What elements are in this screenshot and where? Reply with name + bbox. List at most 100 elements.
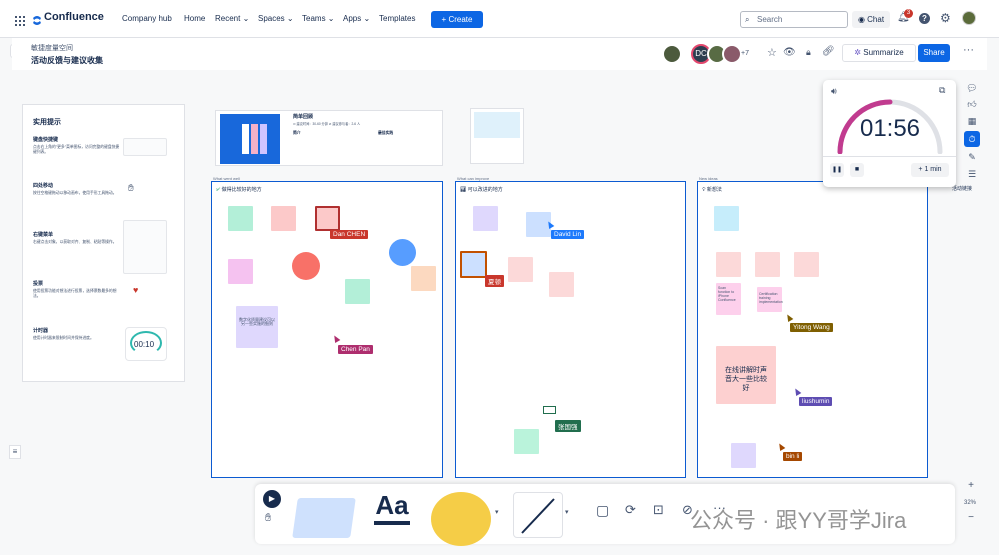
collaborator-avatar[interactable] <box>662 44 682 64</box>
user-avatar[interactable] <box>962 11 976 25</box>
confluence-logo-icon[interactable] <box>32 13 42 25</box>
more-actions-icon[interactable]: ··· <box>963 44 974 56</box>
template-col2-title: 最佳实践 <box>378 131 394 135</box>
nav-spaces[interactable]: Spaces ⌄ <box>258 14 294 23</box>
nav-apps[interactable]: Apps ⌄ <box>343 14 370 23</box>
templates-icon[interactable]: ▦ <box>964 113 980 129</box>
summarize-button[interactable]: ✲ Summarize <box>842 44 916 62</box>
cursor-label-zhang-guoqiang: 张国强 <box>555 420 581 432</box>
nav-company-hub[interactable]: Company hub <box>122 14 172 23</box>
template-title: 简单回顾 <box>293 114 314 120</box>
sticky-note[interactable] <box>473 206 498 231</box>
stop-button[interactable]: ■ <box>850 163 864 177</box>
restrictions-lock-icon[interactable]: 🔒︎ <box>806 47 811 58</box>
sticky-note[interactable] <box>411 266 436 291</box>
help-icon[interactable]: ? <box>919 13 930 24</box>
create-button[interactable]: + Create <box>431 11 483 28</box>
sticky-circle[interactable] <box>292 252 320 280</box>
frame-tool-icon[interactable]: ▢ <box>596 502 609 519</box>
select-pointer-icon[interactable]: ▶ <box>263 490 281 508</box>
sticky-note[interactable] <box>716 252 741 277</box>
watch-eye-icon[interactable]: 👁︎ <box>783 47 796 58</box>
chevron-down-icon[interactable]: ▾ <box>495 508 499 516</box>
search-icon: ⌕ <box>745 15 750 24</box>
page-header: 敏捷度量空间 活动反馈与建议收集 DC +7 ☆ 👁︎ 🔒︎ 🔗︎ ✲ Summ… <box>12 38 987 70</box>
pause-button[interactable]: ❚❚ <box>830 163 844 177</box>
chat-icon: ◉ <box>857 15 865 24</box>
frame-title: 📊︎ 可以改进的地方 <box>460 186 503 193</box>
nav-home[interactable]: Home <box>184 14 205 23</box>
sticky-note[interactable] <box>228 259 253 284</box>
sticky-note[interactable] <box>549 272 574 297</box>
lightbulb-icon: 💡︎ <box>702 187 706 193</box>
timer-divider <box>823 156 956 157</box>
frame-title-text: 做得比较好的地方 <box>221 187 262 193</box>
sticky-note[interactable] <box>755 252 780 277</box>
sticky-note-purple[interactable]: 数字化质量建议可以另一些实施的细则 <box>236 306 278 348</box>
chat-button[interactable]: ◉ Chat <box>852 11 890 28</box>
template-image-card[interactable] <box>470 108 524 164</box>
tip-desc: 使用计时器来限制时间并保持进度。 <box>33 336 94 340</box>
sticky-circle[interactable] <box>389 239 416 266</box>
voting-icon[interactable]: ✎ <box>964 149 980 165</box>
share-button[interactable]: Share <box>918 44 950 62</box>
sticky-note[interactable] <box>228 206 253 231</box>
nav-templates[interactable]: Templates <box>379 14 415 23</box>
zoom-in-button[interactable]: + <box>964 480 978 492</box>
outline-toggle-icon[interactable]: ≡ <box>9 445 21 459</box>
sticky-note[interactable] <box>460 251 487 278</box>
sticky-note[interactable]: Certification training implementation <box>757 287 783 312</box>
reactions-thumbs-up-icon[interactable]: 👍︎ <box>964 96 980 112</box>
diagram-tool-icon[interactable]: ⟳ <box>625 502 636 518</box>
cursor-label-dan-chen: Dan CHEN <box>330 230 369 239</box>
tip-desc: 点击右上角的"更多"菜单图标，访问完整的键盘快捷键列表。 <box>33 145 120 154</box>
line-icon <box>521 498 555 534</box>
sticky-note-large[interactable]: 在线讲解时声音大一些比较好 <box>716 346 776 404</box>
sticky-note[interactable] <box>714 206 739 231</box>
sticky-note-tool[interactable] <box>292 498 356 538</box>
frame-title-text: 新想法 <box>706 187 722 193</box>
search-input[interactable]: ⌕ Search <box>740 11 848 28</box>
template-meta: ⊙ 建议时间：30-60 分钟 ⊘ 建议参与者：2-6 人 <box>293 122 361 126</box>
settings-gear-icon[interactable]: ⚙ <box>940 11 951 25</box>
thumb-bar <box>251 124 258 154</box>
connector-line-tool[interactable] <box>513 492 563 538</box>
product-name[interactable]: Confluence <box>44 11 104 23</box>
hand-tool-icon[interactable]: ✋︎ <box>265 512 271 525</box>
comments-icon[interactable]: 💬︎ <box>964 80 980 96</box>
chevron-down-icon: ⌄ <box>327 14 335 23</box>
app-switcher-icon[interactable] <box>15 13 25 26</box>
sticky-note[interactable] <box>794 252 819 277</box>
shape-tool[interactable] <box>431 492 491 546</box>
zoom-out-button[interactable]: − <box>964 512 978 524</box>
thumb-bar <box>260 124 267 154</box>
template-card[interactable]: 简单回顾 ⊙ 建议时间：30-60 分钟 ⊘ 建议参与者：2-6 人 简介 最佳… <box>215 110 443 166</box>
cursor-comment-bubble <box>543 406 556 414</box>
sticky-note[interactable] <box>508 257 533 282</box>
more-collaborators[interactable]: +7 <box>741 50 749 57</box>
sticky-note[interactable] <box>731 443 756 468</box>
sticky-note[interactable] <box>345 279 370 304</box>
notification-badge: 3 <box>904 9 913 18</box>
mini-timer-text: 00:10 <box>134 340 155 349</box>
nav-teams[interactable]: Teams ⌄ <box>302 14 335 23</box>
collaborator-avatar[interactable] <box>722 44 742 64</box>
template-image <box>474 112 520 138</box>
sticky-note[interactable] <box>514 429 539 454</box>
breadcrumb-space[interactable]: 敏捷度量空间 <box>31 43 73 53</box>
tip-timer-illustration: 00:10 <box>125 327 167 361</box>
sticky-note[interactable] <box>315 206 340 231</box>
zoom-level[interactable]: 32% <box>964 500 976 506</box>
nav-recent[interactable]: Recent ⌄ <box>215 14 249 23</box>
copy-link-icon[interactable]: 🔗︎ <box>822 46 835 57</box>
text-tool[interactable]: Aa <box>369 490 415 536</box>
sticky-note[interactable] <box>271 206 296 231</box>
filters-icon[interactable]: ☰ <box>964 166 980 182</box>
star-icon[interactable]: ☆ <box>767 46 777 59</box>
add-minute-button[interactable]: + 1 min <box>911 163 949 177</box>
chevron-down-icon[interactable]: ▾ <box>565 508 569 516</box>
embed-tool-icon[interactable]: ⊡ <box>653 502 664 518</box>
timer-display: 01:56 <box>859 115 921 142</box>
timer-icon[interactable]: ⏱︎ <box>964 131 980 147</box>
sticky-note[interactable]: Scan function to iPhone Confluence <box>716 283 741 315</box>
